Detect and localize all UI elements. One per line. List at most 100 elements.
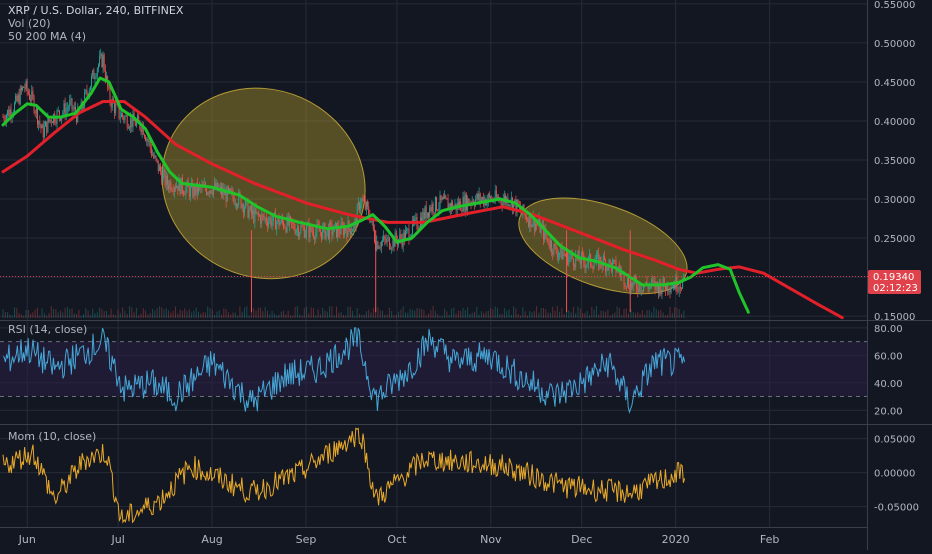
candle-body [555,245,557,253]
candle-body [20,87,22,91]
candle-body [161,171,163,183]
candle-body [525,215,527,221]
price-badge[interactable]: 0.19340 02:12:23 [868,270,921,294]
candle-body [440,195,442,200]
candle-body [604,255,605,261]
candle-body [579,261,581,265]
candle-body [172,190,174,192]
rsi-legend[interactable]: RSI (14, close) [8,323,87,336]
candle-body [244,208,245,213]
candle-body [293,223,295,230]
candle-body [585,265,587,268]
candle-body [209,190,211,194]
candle-body [148,141,150,143]
volume-bar [361,314,363,318]
volume-bar [354,315,356,318]
volume-bar [347,306,349,318]
volume-bar [108,314,110,318]
candle-body [406,229,408,231]
volume-bar [165,308,167,318]
candle-body [324,223,326,239]
volume-legend[interactable]: Vol (20) [8,17,51,30]
volume-bar [423,309,425,318]
candle-body [434,197,436,213]
candle-body [207,192,209,195]
mom-legend[interactable]: Mom (10, close) [8,430,96,443]
chart-svg[interactable]: JunJulAugSepOctNovDec2020Feb0.150000.200… [0,0,932,550]
candle-body [478,193,480,201]
volume-bar [317,309,319,318]
volume-bar [664,315,666,318]
candle-body [674,284,676,290]
candle-body [134,121,136,126]
candle-body [3,117,5,121]
candle-body [126,115,128,128]
volume-bar [398,311,400,318]
candle-body [526,220,528,221]
candle-body [39,120,41,125]
candle-body [487,194,489,201]
candle-body [681,288,682,290]
volume-bar [336,306,337,318]
candle-body [298,227,299,237]
candle-body [167,175,168,185]
candle-body [508,204,510,207]
candle-body [535,223,536,231]
volume-bar [149,313,151,318]
volume-bar [177,313,179,318]
volume-bar [340,312,342,318]
volume-bar [122,307,124,318]
volume-bar [7,312,9,318]
volume-bar [623,308,625,318]
volume-bar [278,314,280,318]
price-tick-label: 0.45000 [874,78,915,89]
candle-body [370,221,372,222]
volume-bar [207,306,209,318]
candle-body [464,194,466,211]
mom-tick-label: 0.00000 [874,469,915,480]
candle-body [261,214,263,224]
volume-bar [439,315,441,318]
volume-bar [506,310,508,318]
candle-body [586,263,588,266]
volume-bar [536,306,538,318]
volume-bar [188,309,190,318]
volume-bar [501,314,503,318]
volume-bar [421,308,423,318]
symbol-title[interactable]: XRP / U.S. Dollar, 240, BITFINEX [8,4,184,17]
candle-body [254,208,256,223]
candle-body [627,277,628,287]
candle-body [264,217,266,219]
candle-body [658,285,659,294]
candle-body [422,211,424,227]
volume-bar [202,312,204,318]
volume-bar [301,315,303,318]
candle-body [652,280,654,282]
candle-body [255,208,257,214]
candle-body [130,118,132,128]
candle-body [91,76,92,87]
candle-body [330,222,332,224]
candle-body [173,187,175,192]
volume-bar [510,314,512,318]
volume-bar [237,315,239,318]
candle-body [352,230,354,232]
candle-body [632,281,634,288]
volume-bar [181,310,183,318]
candle-body [349,228,351,235]
volume-bar [605,311,607,318]
volume-bar [538,312,540,318]
volume-bar [428,313,429,318]
volume-bar [563,314,565,318]
candle-body [138,115,140,121]
volume-bar [446,311,448,318]
candle-body [441,197,443,200]
volume-bar [579,308,581,318]
chart-container[interactable]: JunJulAugSepOctNovDec2020Feb0.150000.200… [0,0,932,550]
volume-bar [517,313,519,318]
candle-body [347,221,349,237]
volume-bar [418,308,420,318]
volume-bar [119,313,121,318]
candle-body [163,170,165,173]
ma-legend[interactable]: 50 200 MA (4) [8,30,86,43]
